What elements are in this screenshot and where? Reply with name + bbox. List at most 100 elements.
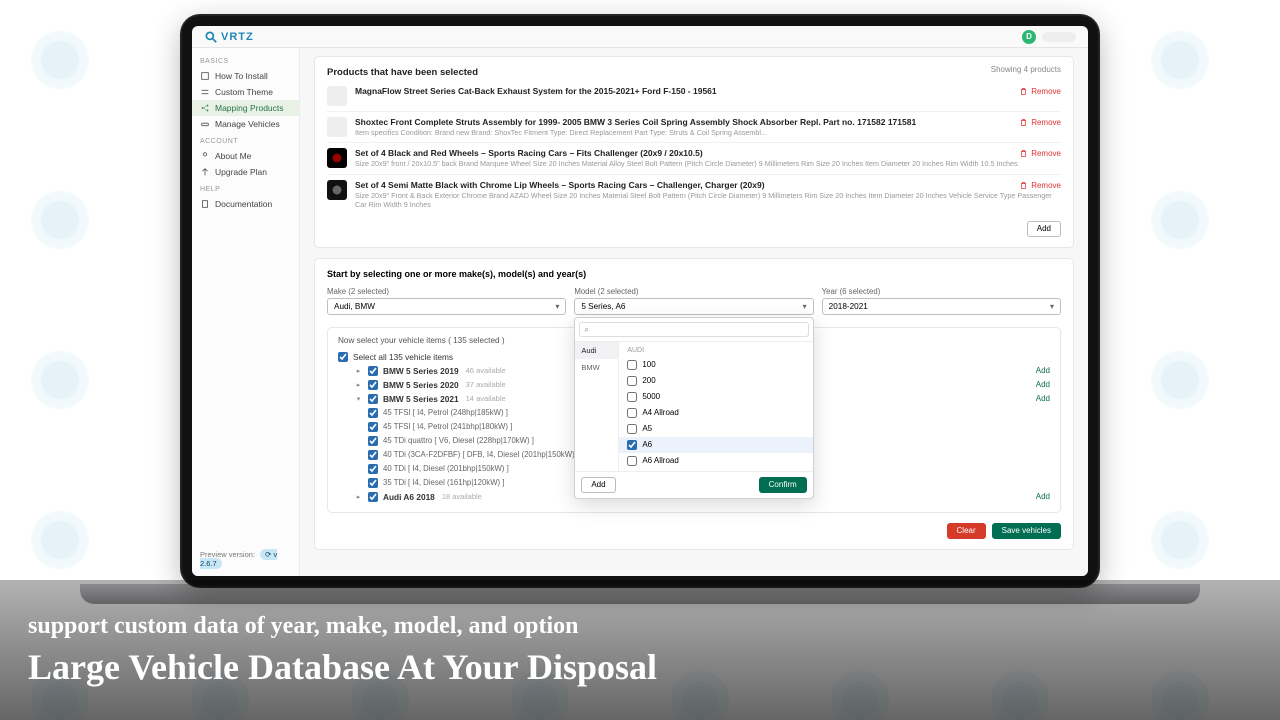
model-option[interactable]: 100	[619, 357, 812, 373]
model-option[interactable]: A6	[619, 437, 812, 453]
model-select-col: Model (2 selected) 5 Series, A6▾ ⌕	[574, 287, 813, 315]
sidebar-item-about[interactable]: About Me	[192, 148, 299, 164]
user-icon	[200, 151, 210, 161]
sidebar-label: How To Install	[215, 71, 268, 81]
trash-icon	[1019, 118, 1028, 127]
product-title: Shoxtec Front Complete Struts Assembly f…	[355, 117, 1061, 128]
clear-button[interactable]: Clear	[947, 523, 986, 539]
model-option-checkbox[interactable]	[627, 456, 637, 466]
sidebar-item-manage[interactable]: Manage Vehicles	[192, 116, 299, 132]
model-option[interactable]: A6 Allroad	[619, 453, 812, 469]
add-vehicle-link[interactable]: Add	[1036, 380, 1050, 389]
model-option[interactable]: 200	[619, 373, 812, 389]
card-title: Products that have been selected	[327, 67, 1061, 78]
product-thumb	[327, 180, 347, 200]
sidebar-item-upgrade[interactable]: Upgrade Plan	[192, 164, 299, 180]
trash-icon	[1019, 87, 1028, 96]
remove-product-button[interactable]: Remove	[1019, 149, 1061, 158]
arrow-up-icon	[200, 167, 210, 177]
model-option[interactable]: 5000	[619, 389, 812, 405]
sidebar-label: Custom Theme	[215, 87, 273, 97]
sidebar-section-account: ACCOUNT	[192, 132, 299, 148]
tab-audi[interactable]: Audi	[575, 342, 618, 359]
network-icon	[200, 103, 210, 113]
engine-checkbox[interactable]	[368, 450, 378, 460]
trash-icon	[1019, 181, 1028, 190]
sidebar-label: Upgrade Plan	[215, 167, 267, 177]
add-vehicle-link[interactable]: Add	[1036, 366, 1050, 375]
promo-tagline: support custom data of year, make, model…	[28, 613, 1252, 640]
product-title: Set of 4 Semi Matte Black with Chrome Li…	[355, 180, 1061, 191]
make-tabs: Audi BMW	[575, 342, 619, 471]
sliders-icon	[200, 87, 210, 97]
trash-icon	[1019, 149, 1028, 158]
preview-version: Preview version: ⟳ v 2.6.7	[192, 540, 299, 576]
engine-checkbox[interactable]	[368, 408, 378, 418]
user-menu[interactable]: D	[1022, 30, 1076, 44]
product-desc: Size 20x9" Front & Back Exterior Chrome …	[355, 191, 1061, 210]
vehicle-group-checkbox[interactable]	[368, 492, 378, 502]
model-option-checkbox[interactable]	[627, 360, 637, 370]
vehicle-group-checkbox[interactable]	[368, 380, 378, 390]
add-vehicle-link[interactable]: Add	[1036, 492, 1050, 501]
make-select[interactable]: Audi, BMW▾	[327, 298, 566, 315]
sidebar-item-mapping[interactable]: Mapping Products	[192, 100, 299, 116]
model-select[interactable]: 5 Series, A6▾	[574, 298, 813, 315]
vehicle-group-checkbox[interactable]	[368, 366, 378, 376]
product-title: Set of 4 Black and Red Wheels – Sports R…	[355, 148, 1061, 159]
sidebar: BASICS How To Install Custom Theme Mappi…	[192, 48, 300, 576]
model-option-checkbox[interactable]	[627, 376, 637, 386]
user-pill	[1042, 32, 1076, 42]
expand-caret-icon[interactable]: ▸	[354, 367, 363, 375]
chevron-down-icon: ▾	[555, 302, 559, 311]
engine-checkbox[interactable]	[368, 464, 378, 474]
model-label: Model (2 selected)	[574, 287, 813, 296]
remove-product-button[interactable]: Remove	[1019, 87, 1061, 96]
engine-checkbox[interactable]	[368, 478, 378, 488]
save-vehicles-button[interactable]: Save vehicles	[992, 523, 1061, 539]
sidebar-label: Documentation	[215, 199, 272, 209]
sidebar-item-docs[interactable]: Documentation	[192, 196, 299, 212]
sidebar-item-theme[interactable]: Custom Theme	[192, 84, 299, 100]
expand-caret-icon[interactable]: ▸	[354, 381, 363, 389]
popover-confirm-button[interactable]: Confirm	[759, 477, 807, 493]
model-option-checkbox[interactable]	[627, 408, 637, 418]
selector-title: Start by selecting one or more make(s), …	[327, 269, 1061, 279]
remove-product-button[interactable]: Remove	[1019, 118, 1061, 127]
year-label: Year (6 selected)	[822, 287, 1061, 296]
product-row: Set of 4 Semi Matte Black with Chrome Li…	[327, 174, 1061, 215]
engine-checkbox[interactable]	[368, 436, 378, 446]
app-logo[interactable]: VRTZ	[204, 30, 254, 44]
sidebar-section-help: HELP	[192, 180, 299, 196]
model-option-checkbox[interactable]	[627, 392, 637, 402]
add-product-button[interactable]: Add	[1027, 221, 1061, 237]
sidebar-label: Manage Vehicles	[215, 119, 280, 129]
product-row: Set of 4 Black and Red Wheels – Sports R…	[327, 142, 1061, 173]
model-option-checkbox[interactable]	[627, 440, 637, 450]
year-select[interactable]: 2018-2021▾	[822, 298, 1061, 315]
app-screen: VRTZ D BASICS How To Install Custom Them…	[192, 26, 1088, 576]
remove-product-button[interactable]: Remove	[1019, 181, 1061, 190]
selector-card: Start by selecting one or more make(s), …	[314, 258, 1074, 550]
product-thumb	[327, 117, 347, 137]
product-desc: Item specifics Condition: Brand new Bran…	[355, 128, 1061, 137]
expand-caret-icon[interactable]: ▸	[354, 493, 363, 501]
sidebar-item-install[interactable]: How To Install	[192, 68, 299, 84]
vehicle-group-checkbox[interactable]	[368, 394, 378, 404]
popover-add-button[interactable]: Add	[581, 477, 615, 493]
select-all-checkbox[interactable]	[338, 352, 348, 362]
model-option[interactable]: A4 Allroad	[619, 405, 812, 421]
model-option[interactable]: A5	[619, 421, 812, 437]
tab-bmw[interactable]: BMW	[575, 359, 618, 376]
expand-caret-icon[interactable]: ▾	[354, 395, 363, 403]
model-search-input[interactable]	[579, 322, 808, 337]
model-option-checkbox[interactable]	[627, 424, 637, 434]
promo-overlay: support custom data of year, make, model…	[0, 580, 1280, 720]
engine-checkbox[interactable]	[368, 422, 378, 432]
sidebar-label: About Me	[215, 151, 251, 161]
sidebar-label: Mapping Products	[215, 103, 284, 113]
add-vehicle-link[interactable]: Add	[1036, 394, 1050, 403]
sidebar-section-basics: BASICS	[192, 52, 299, 68]
chevron-down-icon: ▾	[803, 302, 807, 311]
avatar: D	[1022, 30, 1036, 44]
